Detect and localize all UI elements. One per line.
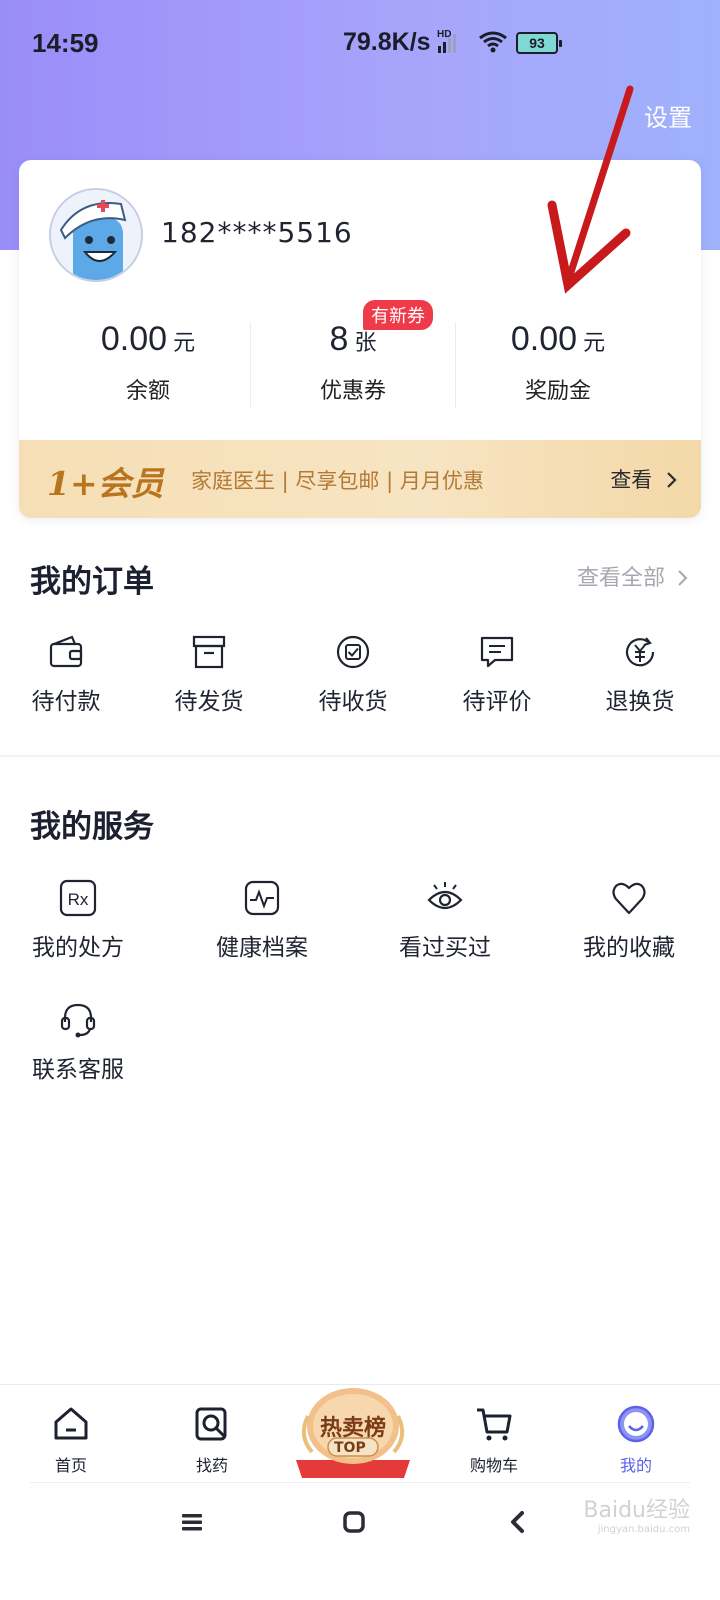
watermark-text: Baidu经验 xyxy=(583,1498,690,1523)
member-logo: 1+会员 xyxy=(47,464,164,503)
new-coupon-badge: 有新券 xyxy=(363,300,433,330)
receive-icon xyxy=(336,635,370,669)
member-perks: 家庭医生 | 尽享包邮 | 月月优惠 xyxy=(191,469,484,493)
annotation-arrow-icon xyxy=(547,85,634,294)
profile-icon xyxy=(617,1405,655,1443)
coupon-label: 优惠券 xyxy=(319,379,386,404)
balance-unit: 元 xyxy=(173,331,196,356)
find-medicine-icon xyxy=(195,1407,227,1441)
headset-icon xyxy=(60,1003,96,1038)
services-title: 我的服务 xyxy=(30,809,154,845)
order-pending-receipt[interactable]: 待收货 xyxy=(283,632,423,716)
box-icon xyxy=(192,635,226,669)
cart-icon xyxy=(477,1408,512,1441)
service-prescription[interactable]: Rx 我的处方 xyxy=(8,878,148,962)
service-item-label: 看过买过 xyxy=(399,935,491,961)
order-item-label: 待评价 xyxy=(462,689,532,715)
refund-icon xyxy=(625,637,655,667)
order-pending-review[interactable]: 待评价 xyxy=(427,632,567,716)
menu-icon[interactable] xyxy=(180,1510,204,1534)
nav-label: 我的 xyxy=(619,1456,652,1475)
reward-stat[interactable]: 0.00 元 奖励金 xyxy=(453,320,663,405)
status-time: 14:59 xyxy=(32,28,99,58)
home-icon xyxy=(54,1407,88,1440)
wifi-icon xyxy=(479,31,507,53)
nav-label: 首页 xyxy=(54,1456,87,1475)
home-square-icon[interactable] xyxy=(342,1510,366,1534)
chevron-right-icon xyxy=(667,472,677,488)
service-item-label: 健康档案 xyxy=(216,935,308,961)
coupon-stat[interactable]: 8张 优惠券 xyxy=(248,320,458,405)
service-health-record[interactable]: 健康档案 xyxy=(192,878,332,962)
watermark: Baidu经验 jingyan.baidu.com xyxy=(583,1492,690,1535)
order-item-label: 待发货 xyxy=(174,689,244,715)
bottom-nav-divider xyxy=(0,1384,720,1385)
heart-icon xyxy=(612,882,646,915)
view-all-label: 查看全部 xyxy=(576,566,665,591)
order-pending-shipment[interactable]: 待发货 xyxy=(139,632,279,716)
health-record-icon xyxy=(244,880,280,916)
balance-value: 0.00 xyxy=(100,320,168,358)
battery-indicator: 93 xyxy=(516,32,562,54)
order-returns[interactable]: 退换货 xyxy=(570,632,710,716)
nav-find-medicine[interactable]: 找药 xyxy=(162,1404,262,1476)
wallet-icon xyxy=(49,635,83,668)
service-favorites[interactable]: 我的收藏 xyxy=(559,878,699,962)
svg-text:Rx: Rx xyxy=(68,890,89,909)
rx-icon: Rx xyxy=(59,879,97,917)
service-customer-support[interactable]: 联系客服 xyxy=(8,1000,148,1084)
member-view-label: 查看 xyxy=(610,468,653,492)
settings-link[interactable]: 设置 xyxy=(644,98,692,133)
service-item-label: 联系客服 xyxy=(32,1057,124,1083)
reward-label: 奖励金 xyxy=(524,379,591,404)
service-item-label: 我的收藏 xyxy=(583,935,675,961)
hot-sales-sub: TOP xyxy=(334,1440,366,1456)
order-item-label: 待付款 xyxy=(31,689,101,715)
signal-icon xyxy=(438,34,456,53)
back-icon[interactable] xyxy=(506,1510,530,1534)
system-nav-divider xyxy=(30,1482,690,1483)
orders-title: 我的订单 xyxy=(30,564,154,600)
nav-profile[interactable]: 我的 xyxy=(586,1404,686,1476)
balance-stat[interactable]: 0.00 元 余额 xyxy=(43,320,253,405)
view-all-orders-link[interactable]: 查看全部 xyxy=(577,560,690,592)
chevron-right-icon xyxy=(678,570,688,586)
nav-cart[interactable]: 购物车 xyxy=(444,1404,544,1476)
watermark-sub: jingyan.baidu.com xyxy=(597,1524,690,1535)
member-banner[interactable]: 1+会员 家庭医生 | 尽享包邮 | 月月优惠 查看 xyxy=(19,440,701,518)
network-speed: 79.8K/s xyxy=(343,28,431,56)
reward-value: 0.00 xyxy=(510,320,578,358)
phone-number: 182****5516 xyxy=(161,216,353,249)
nav-label: 购物车 xyxy=(469,1456,518,1475)
status-bar: 14:59 79.8K/s HD 93 xyxy=(0,0,720,86)
member-view-button[interactable]: 查看 xyxy=(610,464,679,494)
balance-label: 余额 xyxy=(125,379,170,404)
hot-sales-label: 热卖榜 xyxy=(319,1416,386,1441)
avatar-image-icon xyxy=(51,190,141,280)
avatar[interactable] xyxy=(49,188,143,282)
nav-home[interactable]: 首页 xyxy=(21,1404,121,1476)
service-viewed-purchased[interactable]: 看过买过 xyxy=(375,878,515,962)
coupon-value: 8 xyxy=(329,320,349,358)
comment-icon xyxy=(480,636,514,668)
order-item-label: 退换货 xyxy=(605,689,675,715)
eye-icon xyxy=(427,882,463,910)
service-item-label: 我的处方 xyxy=(32,935,124,961)
order-pending-payment[interactable]: 待付款 xyxy=(0,632,136,716)
reward-unit: 元 xyxy=(583,331,606,356)
section-divider xyxy=(0,755,720,757)
order-item-label: 待收货 xyxy=(318,689,388,715)
nav-label: 找药 xyxy=(195,1456,228,1475)
coupon-unit: 张 xyxy=(354,331,377,356)
